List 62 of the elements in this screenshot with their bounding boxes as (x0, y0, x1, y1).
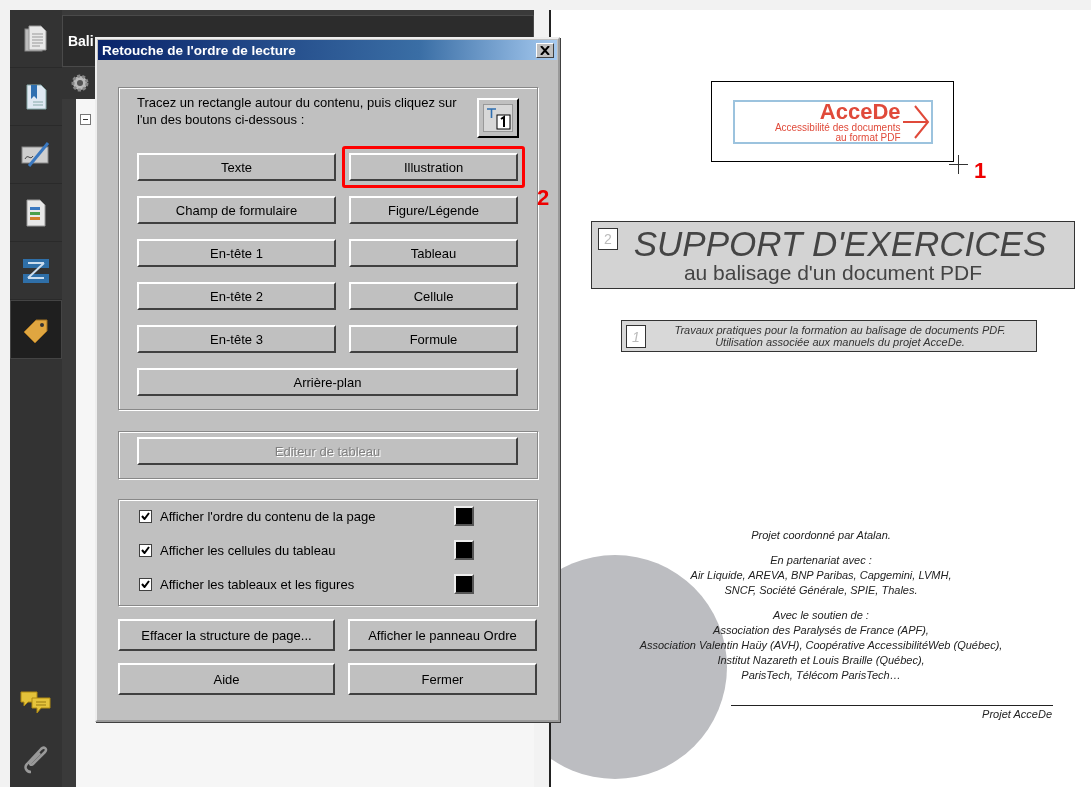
tag-button[interactable]: En-tête 3 (137, 325, 336, 353)
tag-button[interactable]: Tableau (349, 239, 518, 267)
comments-icon[interactable] (19, 690, 52, 716)
checkbox-label: Afficher les tableaux et les figures (160, 576, 356, 592)
crosshair-cursor-icon (949, 155, 968, 174)
order-number-icon (483, 104, 513, 132)
pen-icon[interactable] (20, 140, 51, 169)
dialog-button[interactable]: Fermer (348, 663, 537, 695)
logo-title: AcceDe (819, 101, 901, 123)
dialog-button[interactable]: Aide (118, 663, 335, 695)
dialog-button[interactable]: Afficher le panneau Ordre (348, 619, 537, 651)
checkbox-label: Afficher les cellules du tableau (160, 542, 337, 558)
tag-button[interactable]: En-tête 2 (137, 282, 336, 310)
checkbox[interactable] (139, 543, 152, 557)
page-footer: Projet AcceDe (982, 708, 1052, 720)
checkbox[interactable] (139, 577, 152, 591)
dialog-title: Retouche de l'ordre de lecture (102, 42, 296, 58)
color-swatch[interactable] (454, 506, 474, 526)
logo-subtitle: au format PDF (835, 132, 901, 142)
panel-title: Bali (67, 33, 94, 49)
credits-line: Association Valentin Haüy (AVH), Coopérative AccessibilitéWeb (Québec), (639, 639, 1003, 651)
checkbox-label: Afficher l'ordre du contenu de la page (160, 508, 377, 524)
logo-subtitle: Accessibilité des documents (774, 122, 901, 133)
document-title: SUPPORT D'EXERCICES (632, 225, 1047, 261)
bookmark-icon[interactable] (23, 82, 48, 111)
credits-line: Avec le soutien de : (773, 609, 869, 621)
tag-button[interactable]: En-tête 1 (137, 239, 336, 267)
intro-line: Travaux pratiques pour la formation au balisage de documents PDF. (673, 324, 1006, 336)
credits-line: Air Liquide, AREVA, BNP Paribas, Capgemini, LVMH, (690, 569, 952, 581)
collapse-icon[interactable] (79, 114, 91, 125)
document-icon[interactable] (23, 198, 48, 227)
tag-button[interactable]: Illustration (349, 153, 518, 181)
tag-button[interactable]: Champ de formulaire (137, 196, 336, 224)
intro-line: Utilisation associée aux manuels du projet AcceDe. (714, 336, 965, 348)
document-subtitle: au balisage d'un document PDF (683, 260, 983, 285)
credits-line: Association des Paralysés de France (APF), (713, 624, 929, 636)
paperclip-icon[interactable] (22, 744, 49, 774)
color-swatch[interactable] (454, 574, 474, 594)
tag-button[interactable]: Cellule (349, 282, 518, 310)
show-order-button[interactable] (477, 98, 519, 138)
credits-line: ParisTech, Télécom ParisTech… (741, 669, 901, 681)
step-number: 2 (537, 185, 550, 211)
credits-line: Institut Nazareth et Louis Braille (Québec), (717, 654, 925, 666)
credits-line: SNCF, Société Générale, SPIE, Thales. (724, 584, 918, 596)
tag-button[interactable]: Texte (137, 153, 336, 181)
gear-icon[interactable] (69, 73, 90, 93)
credits-line: En partenariat avec : (770, 554, 872, 566)
checkbox[interactable] (139, 509, 152, 523)
tag-button[interactable]: Formule (349, 325, 518, 353)
instruction-text: Tracez un rectangle autour du contenu, puis cliquez sur l'un des boutons ci-dessous : (137, 94, 458, 129)
dialog-button[interactable]: Effacer la structure de page... (118, 619, 335, 651)
pages-icon[interactable] (23, 24, 48, 53)
credits-line: Projet coordonné par Atalan. (751, 529, 891, 541)
tag-button[interactable]: Arrière-plan (137, 368, 518, 396)
step-number: 1 (974, 158, 987, 184)
order-marker: 1 (626, 325, 646, 348)
close-icon (540, 45, 550, 55)
order-marker: 2 (598, 228, 618, 250)
structure-icon[interactable] (21, 256, 50, 285)
color-swatch[interactable] (454, 540, 474, 560)
close-button[interactable] (536, 42, 554, 58)
tag-button[interactable]: Figure/Légende (349, 196, 518, 224)
